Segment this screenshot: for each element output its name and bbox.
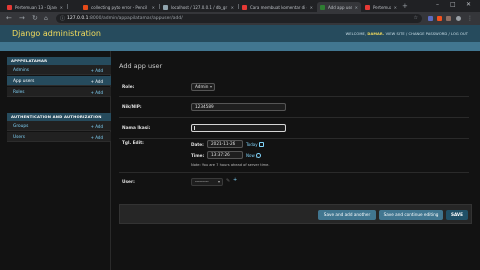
user-label: User: <box>122 180 135 185</box>
favicon-icon <box>320 4 325 10</box>
chevron-down-icon: ▾ <box>217 179 220 184</box>
browser-tab-1[interactable]: Pertemuan 13 - Django D ✕ <box>4 2 66 12</box>
tab-title: Pertemuan 13 - Django rlv <box>373 4 391 10</box>
user-tools: WELCOME, DAMAR. VIEW SITE / CHANGE PASSW… <box>345 32 468 36</box>
tab-strip: Pertemuan 13 - Django D ✕ collecting pyt… <box>0 0 480 12</box>
add-link[interactable]: + Add <box>91 124 103 129</box>
home-icon[interactable]: ⌂ <box>44 14 48 23</box>
menu-icon[interactable]: ⋮ <box>467 14 473 23</box>
browser-tab-5[interactable]: Add app user | Django site a ✕ <box>317 2 361 12</box>
tgl-edit-label: Tgl. Edit: <box>122 141 144 146</box>
time-label: Time: <box>191 153 205 158</box>
extension-icon[interactable] <box>437 16 442 21</box>
role-label: Role: <box>122 85 135 90</box>
extension-icon[interactable] <box>446 16 451 21</box>
main-content: Add app user Role: Admin ▾ Nik/NIP: 1234… <box>111 51 480 270</box>
browser-tab-6[interactable]: Pertemuan 13 - Django rlv ✕ <box>362 2 400 12</box>
save-and-add-another-button[interactable]: Save and add another <box>318 210 376 220</box>
close-tab-icon[interactable]: ✕ <box>60 5 63 10</box>
browser-tab-2[interactable]: collecting pyto error - Pencil ✕ <box>80 2 158 12</box>
browser-tab-4[interactable]: Cara membuat komentar di d ✕ <box>239 2 316 12</box>
nik-label: Nik/NIP: <box>122 105 142 110</box>
favicon-icon <box>7 4 12 10</box>
reload-icon[interactable]: ↻ <box>32 14 38 23</box>
tab-title: localhost / 127.0.0.1 / db_gr <box>171 4 228 10</box>
favicon-icon <box>163 4 168 10</box>
clock-icon[interactable] <box>256 153 261 158</box>
close-tab-icon[interactable]: ✕ <box>355 5 358 10</box>
chevron-down-icon: ▾ <box>209 84 212 89</box>
site-title[interactable]: Django administration <box>12 29 101 38</box>
user-select[interactable]: --------- ▾ <box>191 178 223 186</box>
bookmark-star-icon[interactable]: ☆ <box>414 15 418 21</box>
tab-title: Pertemuan 13 - Django D <box>15 4 57 10</box>
favicon-icon <box>365 4 370 10</box>
nav-sidebar: APPPELATAMAR Admins + Add App users + Ad… <box>0 51 111 270</box>
close-window-icon[interactable]: ✕ <box>466 1 471 8</box>
add-link[interactable]: + Add <box>91 135 103 140</box>
nik-input[interactable]: 1234589 <box>191 103 286 111</box>
maximize-icon[interactable]: □ <box>450 1 456 8</box>
browser-tab-3[interactable]: localhost / 127.0.0.1 / db_gr ✕ <box>160 2 237 12</box>
favicon-icon <box>242 4 247 10</box>
breadcrumb: Home › Appapilatamar › App users › Add a… <box>0 42 480 59</box>
field-row-user: User: --------- ▾ ✎ + <box>119 173 469 195</box>
field-row-tgl-edit: Tgl. Edit: Date: 2021-11-26 Today | Time… <box>119 139 469 173</box>
sidebar-item-app-users[interactable]: App users + Add <box>7 76 111 86</box>
add-link[interactable]: + Add <box>91 79 103 84</box>
add-link[interactable]: + Add <box>91 68 103 73</box>
minimize-icon[interactable]: – <box>436 1 439 8</box>
user-links[interactable]: VIEW SITE / CHANGE PASSWORD / LOG OUT <box>386 32 468 36</box>
sidebar-item-groups[interactable]: Groups + Add <box>7 121 111 131</box>
tab-title: Cara membuat komentar di d <box>250 4 307 10</box>
sidebar-item-users[interactable]: Users + Add <box>7 132 111 142</box>
forward-icon[interactable]: → <box>19 14 25 23</box>
extension-icon[interactable] <box>428 16 433 21</box>
edit-related-icon[interactable]: ✎ <box>226 178 230 184</box>
page-title: Add app user <box>119 62 163 70</box>
favicon-icon <box>83 4 88 10</box>
profile-avatar-icon[interactable] <box>456 16 461 21</box>
date-input[interactable]: 2021-11-26 <box>207 140 243 148</box>
date-label: Date: <box>191 142 204 147</box>
field-row-nik: Nik/NIP: 1234589 <box>119 97 469 118</box>
field-row-role: Role: Admin ▾ <box>119 76 469 97</box>
new-tab-button[interactable]: + <box>402 2 408 11</box>
form-fieldset: Role: Admin ▾ Nik/NIP: 1234589 Nama lkas… <box>119 76 469 256</box>
text-cursor <box>194 126 195 130</box>
close-tab-icon[interactable]: ✕ <box>394 5 397 10</box>
field-row-nama: Nama lkasi: <box>119 118 469 139</box>
module-caption-appapilatamar[interactable]: APPPELATAMAR <box>7 57 111 65</box>
nama-input[interactable] <box>191 124 286 132</box>
role-select[interactable]: Admin ▾ <box>191 83 215 91</box>
url-input[interactable]: ⓘ 127.0.0.1:8000/admin/appapilatamar/app… <box>56 14 422 23</box>
close-tab-icon[interactable]: ✕ <box>152 5 155 10</box>
calendar-icon[interactable] <box>259 142 264 147</box>
time-input[interactable]: 13:37:26 <box>207 151 243 159</box>
save-button[interactable]: SAVE <box>446 210 468 220</box>
module-caption-auth[interactable]: AUTHENTICATION AND AUTHORIZATION <box>7 113 111 121</box>
add-link[interactable]: + Add <box>91 90 103 95</box>
save-and-continue-button[interactable]: Save and continue editing <box>379 210 443 220</box>
close-tab-icon[interactable]: ✕ <box>310 5 313 10</box>
info-icon[interactable]: ⓘ <box>60 15 65 22</box>
url-text: 127.0.0.1:8000/admin/appapilatamar/appus… <box>67 16 183 21</box>
back-icon[interactable]: ← <box>6 14 12 23</box>
add-related-icon[interactable]: + <box>233 177 237 183</box>
sidebar-item-admins[interactable]: Admins + Add <box>7 65 111 75</box>
admin-header: Django administration WELCOME, DAMAR. VI… <box>0 25 480 42</box>
nama-label: Nama lkasi: <box>122 126 151 131</box>
browser-window: Pertemuan 13 - Django D ✕ collecting pyt… <box>0 0 480 270</box>
close-tab-icon[interactable]: ✕ <box>231 5 234 10</box>
submit-row: Save and add another Save and continue e… <box>119 204 472 224</box>
tab-title: Add app user | Django site a <box>328 4 352 10</box>
timezone-note: Note: You are 7 hours ahead of server ti… <box>191 163 270 167</box>
sidebar-item-roles[interactable]: Roles + Add <box>7 87 111 97</box>
tab-title: collecting pyto error - Pencil <box>91 4 148 10</box>
address-bar: ← → ↻ ⌂ ⓘ 127.0.0.1:8000/admin/appapilat… <box>0 12 480 25</box>
